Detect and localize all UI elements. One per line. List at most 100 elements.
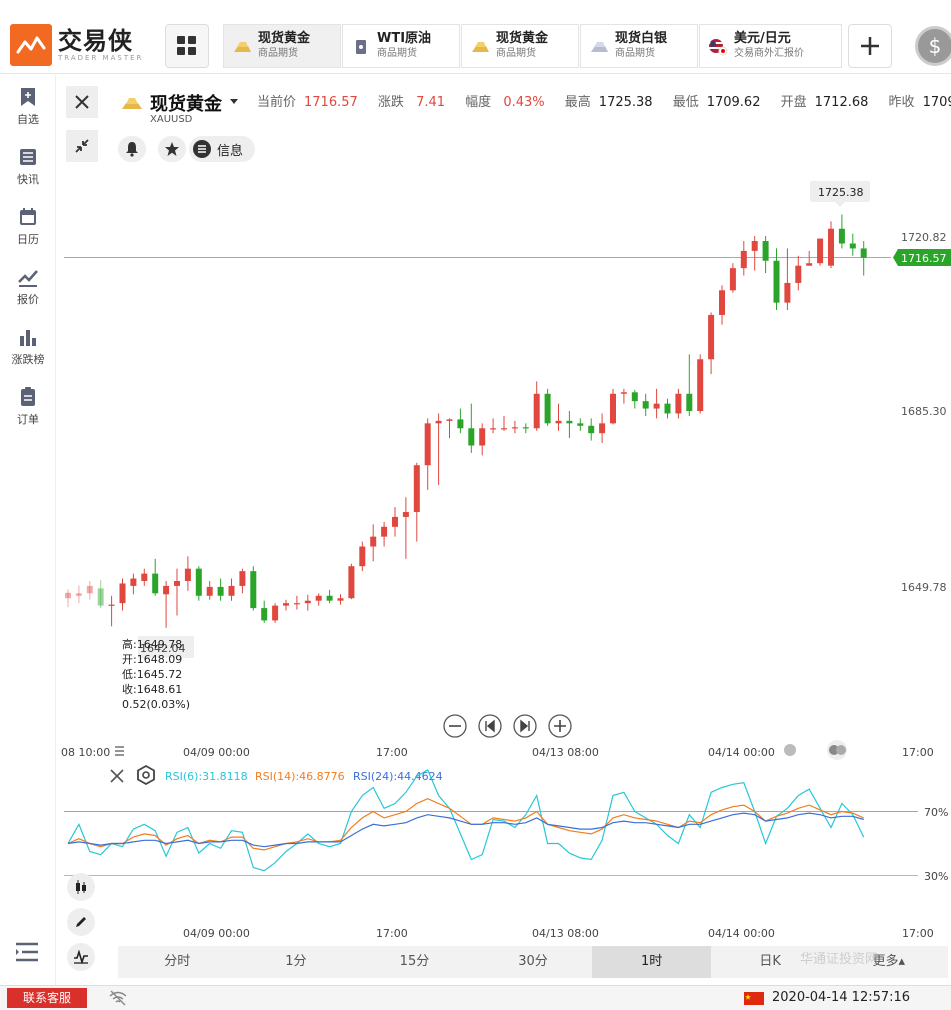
candle-body[interactable] [370,536,377,547]
candle-body[interactable] [381,526,388,537]
candle-body[interactable] [304,600,311,604]
candle-body[interactable] [359,546,366,567]
zoom-out-button[interactable] [443,714,467,738]
sidebar-item-watchlist[interactable]: 自选 [0,87,56,127]
candle-body[interactable] [501,428,507,430]
candle-body[interactable] [141,573,148,581]
candle-body[interactable] [239,571,246,586]
candle-body[interactable] [250,571,257,609]
info-button[interactable]: 信息 [189,136,255,162]
candle-body[interactable] [97,588,104,606]
candle-body[interactable] [653,403,660,409]
candle-body[interactable] [468,428,475,446]
candle-body[interactable] [828,228,834,266]
candle-body[interactable] [402,512,409,517]
tab-wti-oil[interactable]: WTI原油 商品期货 [342,24,460,68]
jump-end-button[interactable] [513,714,537,738]
candle-body[interactable] [642,401,649,409]
candle-body[interactable] [511,427,518,429]
sidebar-item-quotes[interactable]: 报价 [0,267,56,307]
candle-body[interactable] [348,566,355,599]
candle-body[interactable] [130,578,137,586]
candle-body[interactable] [479,428,486,446]
candle-body[interactable] [860,248,867,258]
grid-menu-button[interactable] [165,24,209,68]
candle-body[interactable] [849,243,856,249]
candle-body[interactable] [751,241,758,251]
candle-body[interactable] [163,585,170,595]
candle-body[interactable] [631,392,638,402]
indicator-settings-button[interactable] [137,764,155,786]
candle-body[interactable] [588,425,595,434]
period-tab-30m[interactable]: 30分 [474,946,593,978]
candle-body[interactable] [108,604,115,606]
candle-body[interactable] [784,282,791,303]
candle-body[interactable] [392,516,398,527]
candle-body[interactable] [283,603,289,606]
tab-silver-spot[interactable]: 现货白银 商品期货 [580,24,698,68]
candle-body[interactable] [206,586,213,596]
candle-body[interactable] [435,420,442,424]
sidebar-item-ranking[interactable]: 涨跌榜 [0,327,56,367]
rsi-chart[interactable]: RSI(6):31.8118 RSI(14):46.8776 RSI(24):4… [56,762,951,912]
zoom-in-button[interactable] [548,714,572,738]
candle-body[interactable] [326,595,333,601]
symbol-name[interactable]: 现货黄金 [150,90,222,116]
candle-body[interactable] [599,423,606,434]
candle-body[interactable] [817,238,824,264]
app-logo[interactable]: 交易侠 TRADER MASTER [10,24,143,66]
tab-gold-spot-2[interactable]: 现货黄金 商品期货 [461,24,579,68]
candle-body[interactable] [86,585,93,594]
alert-button[interactable] [118,136,146,162]
candle-body[interactable] [522,427,529,429]
candle-body[interactable] [806,263,813,266]
candle-body[interactable] [195,568,202,596]
candle-body[interactable] [424,423,431,466]
candle-body[interactable] [620,392,627,394]
candle-body[interactable] [293,603,300,605]
candle-body[interactable] [610,393,616,424]
candle-body[interactable] [664,403,671,414]
customer-support-button[interactable]: 联系客服 [7,988,87,1008]
sidebar-item-news[interactable]: 快讯 [0,147,56,187]
candle-body[interactable] [697,359,704,412]
candle-body[interactable] [577,423,584,426]
candle-style-button[interactable] [67,873,95,901]
sidebar-item-calendar[interactable]: 日历 [0,207,56,247]
jump-start-button[interactable] [478,714,502,738]
candlestick-chart[interactable]: 1720.82 1685.30 1649.78 1716.57 1725.38 … [56,170,951,750]
candle-body[interactable] [272,605,279,621]
candle-body[interactable] [217,586,224,596]
close-indicator-button[interactable] [110,769,124,783]
chevron-down-icon[interactable] [230,99,238,104]
candle-body[interactable] [533,393,540,429]
candle-body[interactable] [75,593,82,596]
candle-body[interactable] [446,419,453,421]
candle-body[interactable] [152,573,159,594]
candle-body[interactable] [228,585,235,596]
candle-body[interactable] [729,268,736,291]
candle-body[interactable] [795,265,802,283]
add-tab-button[interactable] [848,24,892,68]
candle-body[interactable] [555,420,562,424]
candle-body[interactable] [838,228,845,244]
candle-body[interactable] [315,595,322,601]
candle-body[interactable] [184,568,191,581]
period-tab-1h[interactable]: 1时 [592,946,711,978]
candle-body[interactable] [261,608,268,621]
shrink-chart-button[interactable] [66,130,98,162]
tab-usd-jpy[interactable]: 美元/日元 交易商外汇报价 [699,24,842,68]
favorite-button[interactable] [158,136,186,162]
account-button[interactable]: $ [915,26,951,66]
candle-body[interactable] [566,420,573,424]
period-tab-tick[interactable]: 分时 [118,946,237,978]
sidebar-item-orders[interactable]: 订单 [0,387,56,427]
candle-body[interactable] [490,428,497,430]
candle-body[interactable] [773,260,780,303]
close-chart-button[interactable] [66,86,98,118]
period-tab-1m[interactable]: 1分 [237,946,356,978]
candle-body[interactable] [544,393,551,424]
candle-body[interactable] [762,241,769,261]
candle-body[interactable] [119,583,126,604]
candle-body[interactable] [174,580,180,586]
